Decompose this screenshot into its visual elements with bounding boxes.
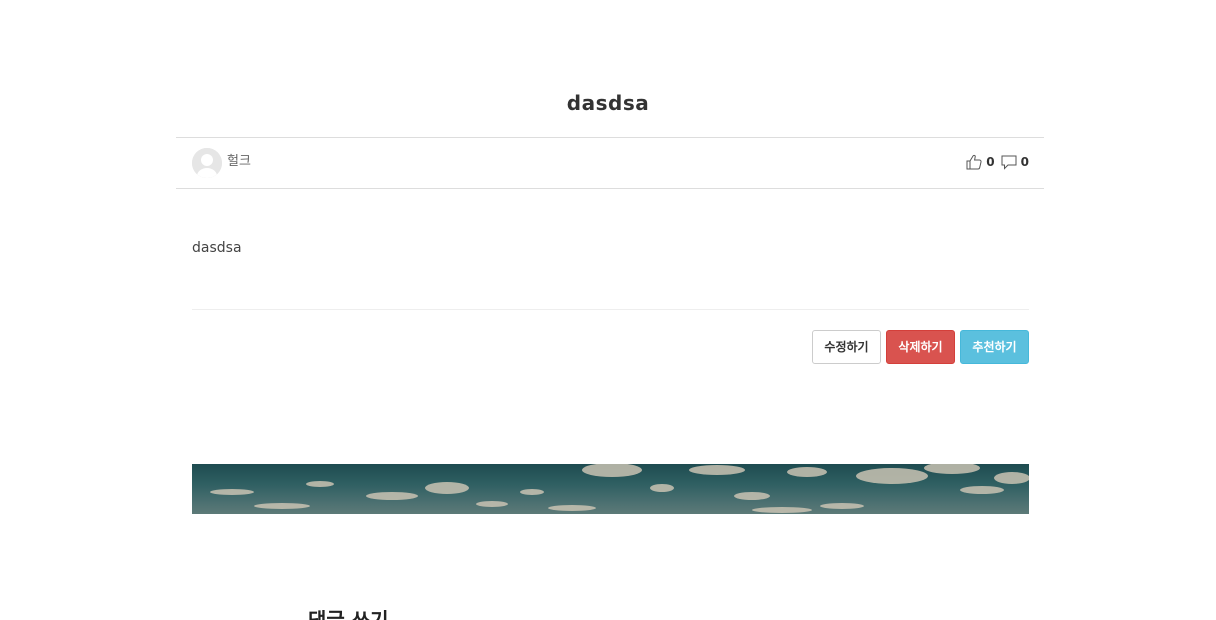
comment-write-heading: 댓글 쓰기 xyxy=(308,608,389,620)
comment-icon xyxy=(1000,153,1018,171)
user-avatar-icon[interactable] xyxy=(192,148,222,178)
recommend-button[interactable]: 추천하기 xyxy=(960,330,1029,364)
content-divider xyxy=(192,309,1029,310)
thumbs-up-icon xyxy=(965,153,983,171)
edit-button[interactable]: 수정하기 xyxy=(812,330,881,364)
comment-count: 0 xyxy=(1020,155,1029,169)
post-meta-bar: 헐크 0 0 xyxy=(176,137,1044,189)
post-detail-page: dasdsa 헐크 0 0 dasdsa 수정하기 삭제하기 추천하기 댓글 쓰… xyxy=(0,0,1216,620)
post-actions: 수정하기 삭제하기 추천하기 xyxy=(812,330,1029,364)
post-content: dasdsa xyxy=(192,240,242,256)
like-count: 0 xyxy=(986,155,995,169)
post-title: dasdsa xyxy=(566,91,650,115)
author-name[interactable]: 헐크 xyxy=(227,154,251,170)
post-stats: 0 0 xyxy=(965,153,1029,171)
delete-button[interactable]: 삭제하기 xyxy=(886,330,955,364)
sky-banner-image xyxy=(192,464,1029,514)
